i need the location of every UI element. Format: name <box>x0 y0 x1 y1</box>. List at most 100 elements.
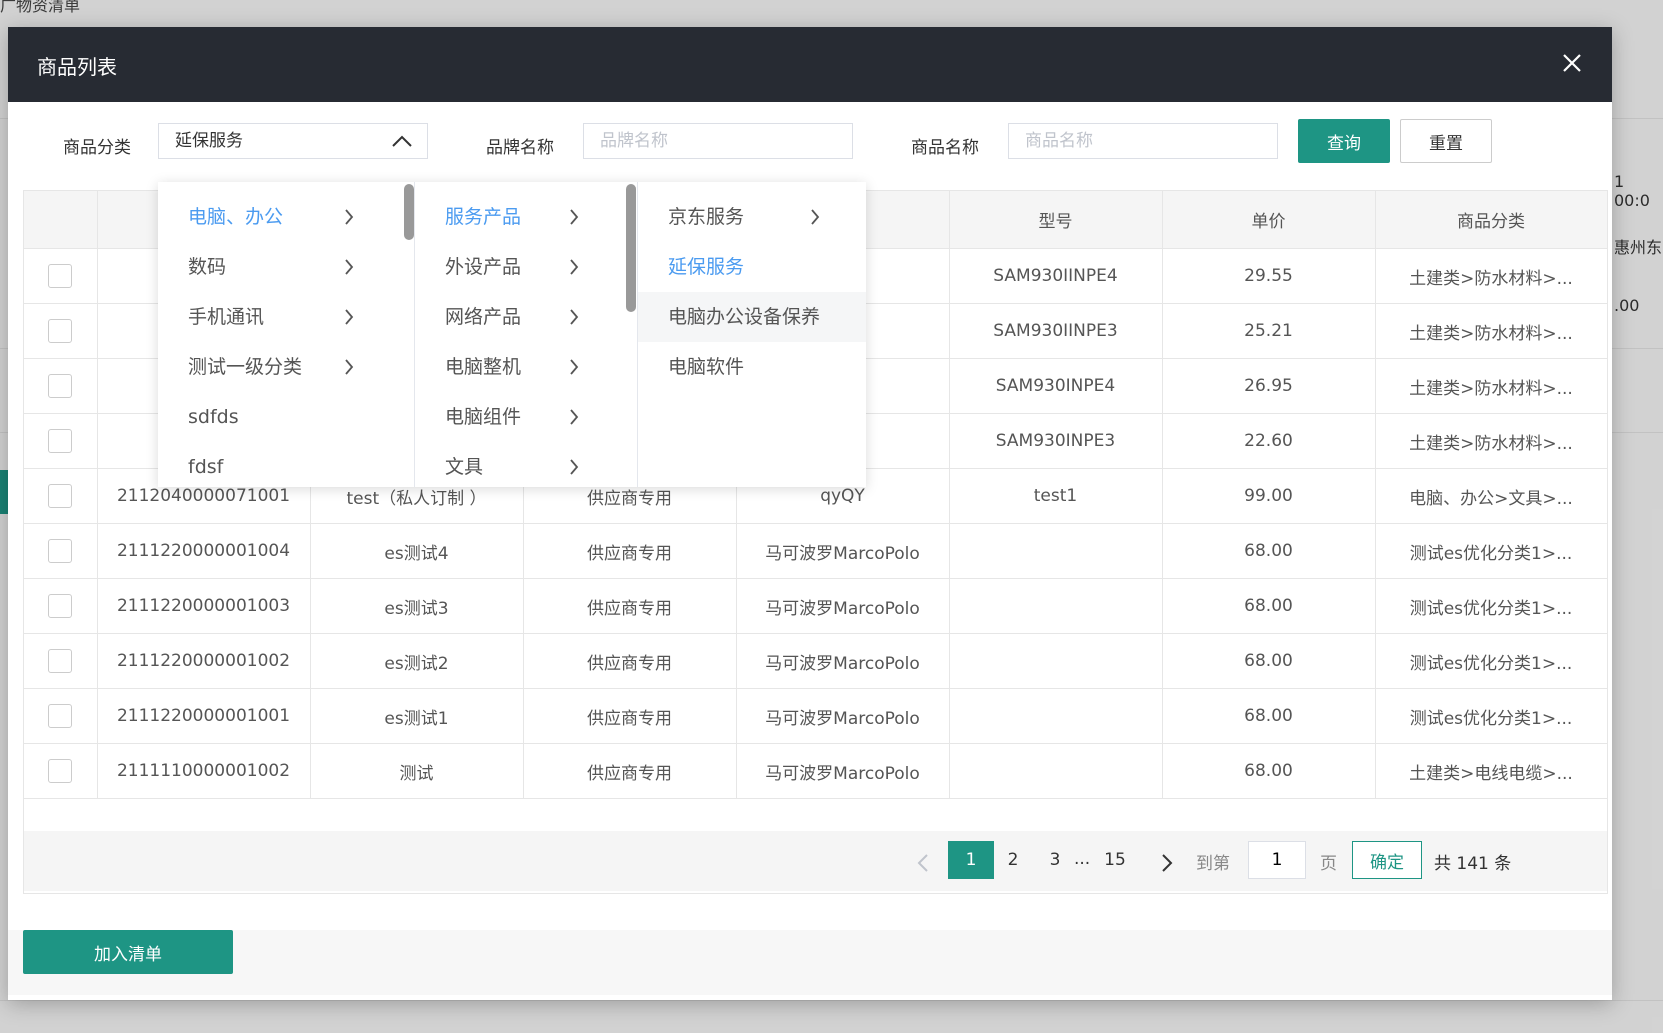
cell-code: 2111220000001001 <box>97 688 311 744</box>
chevron-right-icon <box>345 359 354 375</box>
cascader-option-label: 延保服务 <box>668 256 745 278</box>
table-row[interactable]: 2111220000001004 es测试4 供应商专用 马可波罗MarcoPolo 6… <box>24 523 1608 579</box>
page-button-1[interactable]: 1 <box>948 841 994 879</box>
reset-button[interactable]: 重置 <box>1400 119 1492 163</box>
chevron-left-icon[interactable] <box>916 853 930 873</box>
cell-category: 土建类>防水材料>... <box>1375 248 1608 304</box>
page-button-2[interactable]: 2 <box>998 841 1028 879</box>
cascader-option[interactable]: sdfds <box>158 392 414 442</box>
chevron-right-icon <box>345 209 354 225</box>
cell-price: 25.21 <box>1162 303 1376 359</box>
cascader-option[interactable]: fdsf <box>158 442 414 487</box>
category-label: 商品分类 <box>63 138 131 158</box>
cascader-level-2[interactable]: 服务产品外设产品 网络产品 电脑整机电脑组件文具 <box>415 182 638 487</box>
row-checkbox[interactable] <box>48 649 73 673</box>
product-list-modal: 商品列表 商品分类 延保服务 品牌名称 商品名称 查询 重置 <box>8 27 1612 1000</box>
chevron-right-icon <box>570 309 579 325</box>
row-select-cell <box>24 578 98 634</box>
goto-page-input[interactable] <box>1248 841 1306 879</box>
modal-header: 商品列表 <box>8 27 1612 102</box>
cell-type: 供应商专用 <box>523 578 737 634</box>
brand-input[interactable] <box>583 123 853 159</box>
page-button-3[interactable]: 3 <box>1040 841 1070 879</box>
cell-model: SAM930IINPE3 <box>949 303 1163 359</box>
cascader-option-label: sdfds <box>188 406 239 428</box>
cell-name: 测试 <box>310 743 524 799</box>
cascader-level-3[interactable]: 京东服务延保服务电脑办公设备保养 电脑软件 <box>638 182 866 487</box>
product-name-input[interactable] <box>1008 123 1278 159</box>
cell-price: 68.00 <box>1162 688 1376 744</box>
row-select-cell <box>24 743 98 799</box>
row-checkbox[interactable] <box>48 704 73 728</box>
row-checkbox[interactable] <box>48 539 73 563</box>
cascader-option[interactable]: 京东服务 <box>638 192 866 242</box>
row-checkbox[interactable] <box>48 374 73 398</box>
cascader-option[interactable]: 文具 <box>415 442 637 487</box>
chevron-right-icon <box>345 309 354 325</box>
cell-category: 土建类>防水材料>... <box>1375 413 1608 469</box>
goto-confirm-button[interactable]: 确定 <box>1352 841 1422 879</box>
row-checkbox[interactable] <box>48 429 73 453</box>
cascader-option-label: 手机通讯 <box>188 306 265 328</box>
cascader-option-label: 测试一级分类 <box>188 356 303 378</box>
category-select[interactable]: 延保服务 <box>158 123 428 159</box>
cascader-level-1[interactable]: 电脑、办公 数码手机通讯测试一级分类 sdfds fdsf <box>158 182 415 487</box>
cascader-option[interactable]: 电脑组件 <box>415 392 637 442</box>
row-checkbox[interactable] <box>48 319 73 343</box>
filter-bar: 商品分类 延保服务 品牌名称 商品名称 查询 重置 <box>8 119 1612 169</box>
cell-brand: 马可波罗MarcoPolo <box>736 743 950 799</box>
cascader-option-label: 电脑组件 <box>445 406 522 428</box>
cascader-option-label: 文具 <box>445 456 484 478</box>
table-row[interactable]: 2111220000001001 es测试1 供应商专用 马可波罗MarcoPolo 6… <box>24 688 1608 744</box>
cell-type: 供应商专用 <box>523 523 737 579</box>
pagination: 1 2 3 ... 15 到第 页 确定 共 141 条 <box>24 831 1607 891</box>
header-category: 商品分类 <box>1375 191 1608 249</box>
cell-type: 供应商专用 <box>523 688 737 744</box>
add-to-list-button[interactable]: 加入清单 <box>23 930 233 974</box>
cell-category: 测试es优化分类1>... <box>1375 578 1608 634</box>
cell-code: 2111220000001003 <box>97 578 311 634</box>
modal-footer: 加入清单 <box>8 930 1612 995</box>
table-row[interactable]: 2111220000001002 es测试2 供应商专用 马可波罗MarcoPolo 6… <box>24 633 1608 689</box>
table-row[interactable]: 2111220000001003 es测试3 供应商专用 马可波罗MarcoPolo 6… <box>24 578 1608 634</box>
brand-label: 品牌名称 <box>486 138 554 158</box>
cell-name: es测试4 <box>310 523 524 579</box>
row-checkbox[interactable] <box>48 264 73 288</box>
cascader-option[interactable]: 服务产品 <box>415 192 637 242</box>
cell-brand: 马可波罗MarcoPolo <box>736 578 950 634</box>
cell-model <box>949 578 1163 634</box>
row-select-cell <box>24 523 98 579</box>
cascader-option-label: 服务产品 <box>445 206 522 228</box>
header-price: 单价 <box>1162 191 1376 249</box>
row-checkbox[interactable] <box>48 594 73 618</box>
cascader-option[interactable]: 网络产品 <box>415 292 637 342</box>
table-row[interactable]: 2111110000001002 测试 供应商专用 马可波罗MarcoPolo 68.0… <box>24 743 1608 799</box>
close-icon[interactable] <box>1558 49 1586 77</box>
page-suffix: 页 <box>1320 854 1337 874</box>
cascader-option[interactable]: 数码 <box>158 242 414 292</box>
cascader-option[interactable]: 电脑、办公 <box>158 192 414 242</box>
cell-model <box>949 688 1163 744</box>
row-checkbox[interactable] <box>48 759 73 783</box>
header-select <box>24 191 98 249</box>
page-ellipsis[interactable]: ... <box>1074 849 1090 869</box>
cell-price: 68.00 <box>1162 578 1376 634</box>
chevron-right-icon <box>570 459 579 475</box>
cascader-option[interactable]: 电脑整机 <box>415 342 637 392</box>
cell-price: 99.00 <box>1162 468 1376 524</box>
row-checkbox[interactable] <box>48 484 73 508</box>
row-select-cell <box>24 633 98 689</box>
cell-category: 土建类>电线电缆>... <box>1375 743 1608 799</box>
cell-code: 2111110000001002 <box>97 743 311 799</box>
chevron-right-icon[interactable] <box>1160 853 1174 873</box>
cascader-option[interactable]: 延保服务 <box>638 242 866 292</box>
cascader-option[interactable]: 电脑办公设备保养 <box>638 292 866 342</box>
cell-model: SAM930IINPE4 <box>949 248 1163 304</box>
cell-category: 测试es优化分类1>... <box>1375 633 1608 689</box>
cascader-option[interactable]: 测试一级分类 <box>158 342 414 392</box>
search-button[interactable]: 查询 <box>1298 119 1390 163</box>
cascader-option[interactable]: 电脑软件 <box>638 342 866 392</box>
cascader-option[interactable]: 外设产品 <box>415 242 637 292</box>
page-button-last[interactable]: 15 <box>1100 841 1130 879</box>
cascader-option[interactable]: 手机通讯 <box>158 292 414 342</box>
